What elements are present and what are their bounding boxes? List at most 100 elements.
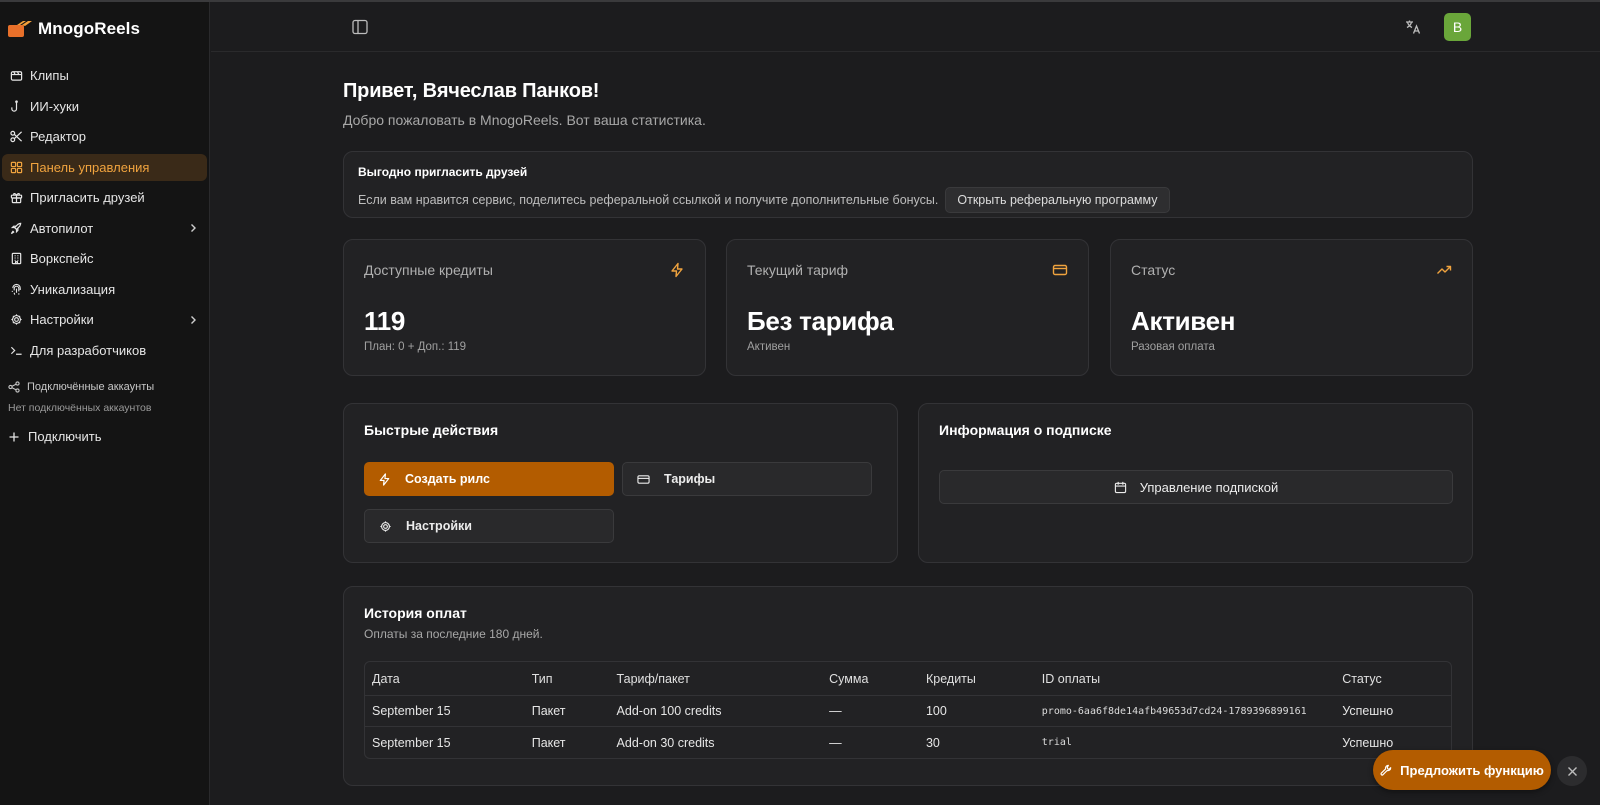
trending-up-icon: [1437, 265, 1452, 274]
cell-payment-id: promo-6aa6f8de14afb49653d7cd24-178939689…: [1041, 705, 1307, 717]
column-header: Дата: [372, 671, 400, 686]
sidebar-item-clips[interactable]: Клипы: [2, 62, 207, 89]
plus-icon: [9, 432, 19, 441]
column-header: Тип: [531, 671, 553, 686]
column-header: ID оплаты: [1041, 671, 1101, 686]
clips-icon: [9, 69, 23, 83]
tariffs-button[interactable]: Тарифы: [622, 462, 872, 496]
cell-status: Успешно: [1342, 704, 1394, 718]
rocket-icon: [9, 221, 23, 235]
quick-actions-card: Быстрые действия Создать рилс Тарифы Нас…: [343, 403, 898, 563]
cell-plan: Add-on 30 credits: [616, 735, 715, 750]
sidebar-item-ai-hooks[interactable]: ИИ-хуки: [2, 93, 207, 120]
subscription-title: Информация о подписке: [939, 422, 1112, 438]
hook-icon: [9, 99, 23, 113]
tariffs-label: Тарифы: [664, 472, 716, 486]
calendar-icon: [1114, 481, 1126, 493]
connect-account-button[interactable]: Подключить: [0, 426, 209, 448]
table-row: September 15 Пакет Add-on 100 credits — …: [365, 696, 1451, 727]
chevron-right-icon: [191, 315, 196, 324]
credit-card-icon: [1052, 264, 1068, 276]
top-bar: В: [211, 2, 1600, 52]
gift-icon: [9, 191, 23, 205]
stat-label: Доступные кредиты: [364, 262, 493, 278]
settings-button[interactable]: Настройки: [364, 509, 614, 543]
stat-note: План: 0 + Доп.: 119: [364, 341, 467, 353]
payment-history-subtitle: Оплаты за последние 180 дней.: [364, 627, 543, 641]
sidebar-item-autopilot[interactable]: Автопилот: [2, 215, 207, 242]
stat-note: Активен: [747, 341, 791, 353]
scissors-icon: [9, 130, 23, 144]
stat-label: Статус: [1131, 262, 1176, 278]
payments-table: Дата Тип Тариф/пакет Сумма Кредиты ID оп…: [364, 661, 1452, 759]
column-header: Статус: [1342, 671, 1382, 686]
cell-amount: —: [829, 704, 842, 718]
connected-accounts-empty: Нет подключённых аккаунтов: [8, 401, 152, 414]
settings-label: Настройки: [406, 519, 472, 533]
sidebar-item-label: Для разработчиков: [30, 342, 147, 358]
sidebar-item-label: Воркспейс: [30, 251, 94, 266]
referral-title: Выгодно пригласить друзей: [358, 165, 528, 179]
close-floating-button[interactable]: [1557, 756, 1587, 786]
fingerprint-icon: [9, 282, 23, 296]
sidebar-item-label: Редактор: [30, 129, 86, 144]
table-header-row: Дата Тип Тариф/пакет Сумма Кредиты ID оп…: [365, 662, 1451, 696]
suggest-feature-button[interactable]: Предложить функцию: [1373, 750, 1551, 790]
logo-icon: [8, 21, 32, 37]
stat-card-status: Статус Активен Разовая оплата: [1110, 239, 1473, 376]
cell-type: Пакет: [531, 735, 566, 750]
referral-text: Если вам нравится сервис, поделитесь реф…: [358, 193, 939, 207]
app-name: MnogoReels: [38, 19, 141, 38]
open-referral-button[interactable]: Открыть реферальную программу: [945, 187, 1170, 213]
sidebar-item-editor[interactable]: Редактор: [2, 123, 207, 150]
connected-accounts-title: Подключённые аккаунты: [27, 380, 155, 393]
payment-history-card: История оплат Оплаты за последние 180 дн…: [343, 586, 1473, 786]
sidebar-item-dashboard[interactable]: Панель управления: [2, 153, 207, 181]
sidebar-item-label: ИИ-хуки: [30, 98, 79, 114]
subscription-card: Информация о подписке Управление подписк…: [918, 403, 1473, 563]
cell-status: Успешно: [1342, 735, 1394, 750]
sidebar-item-developers[interactable]: Для разработчиков: [2, 337, 207, 364]
sidebar-item-workspace[interactable]: Воркспейс: [2, 245, 207, 272]
connect-label: Подключить: [28, 429, 102, 444]
credit-card-icon: [637, 474, 650, 484]
translate-icon[interactable]: [1404, 18, 1422, 36]
manage-subscription-label: Управление подпиской: [1139, 479, 1279, 495]
sidebar-item-invite-friends[interactable]: Пригласить друзей: [2, 184, 207, 211]
cell-credits: 30: [925, 735, 940, 750]
avatar[interactable]: В: [1444, 13, 1471, 41]
connected-accounts-heading: Подключённые аккаунты: [0, 378, 209, 396]
payment-history-title: История оплат: [364, 605, 467, 621]
sidebar-item-uniqueization[interactable]: Уникализация: [2, 276, 207, 303]
logo[interactable]: MnogoReels: [0, 2, 209, 56]
quick-actions-title: Быстрые действия: [364, 422, 499, 438]
sidebar-toggle-icon[interactable]: [351, 18, 369, 36]
stat-card-credits: Доступные кредиты 119 План: 0 + Доп.: 11…: [343, 239, 706, 376]
stat-label: Текущий тариф: [747, 262, 849, 278]
column-header: Тариф/пакет: [616, 671, 690, 686]
stat-card-tariff: Текущий тариф Без тарифа Активен: [726, 239, 1089, 376]
cell-date: September 15: [372, 735, 451, 750]
dashboard-icon: [9, 160, 23, 174]
sidebar-item-settings[interactable]: Настройки: [2, 306, 207, 333]
create-reels-button[interactable]: Создать рилс: [364, 462, 614, 496]
share-icon: [8, 380, 20, 393]
sidebar-item-label: Уникализация: [30, 281, 116, 297]
sidebar-item-label: Панель управления: [30, 159, 150, 175]
sidebar: MnogoReels Клипы ИИ-хуки Редактор Панель…: [0, 2, 210, 805]
cell-credits: 100: [925, 704, 947, 718]
stat-value: 119: [364, 306, 406, 336]
gear-icon: [380, 520, 391, 532]
referral-card: Выгодно пригласить друзей Если вам нрави…: [343, 151, 1473, 218]
stat-note: Разовая оплата: [1131, 341, 1215, 353]
create-reels-label: Создать рилс: [405, 472, 490, 486]
cell-plan: Add-on 100 credits: [616, 704, 722, 718]
sidebar-item-label: Пригласить друзей: [30, 190, 145, 205]
sidebar-nav: Клипы ИИ-хуки Редактор Панель управления…: [0, 62, 209, 364]
stat-value: Активен: [1131, 306, 1236, 336]
building-icon: [9, 252, 23, 266]
cell-payment-id: trial: [1041, 737, 1072, 748]
column-header: Сумма: [829, 671, 869, 686]
close-icon: [1567, 766, 1577, 776]
manage-subscription-button[interactable]: Управление подпиской: [939, 470, 1453, 504]
